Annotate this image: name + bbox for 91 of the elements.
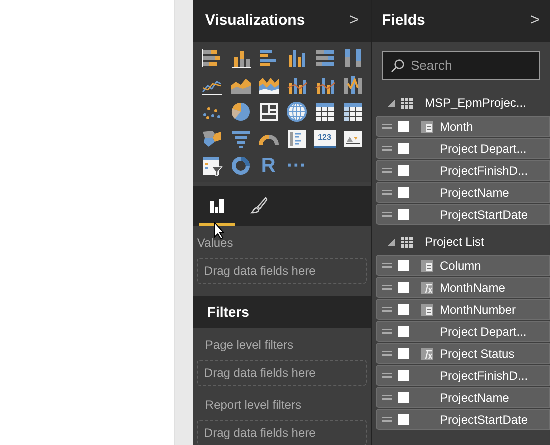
pane-title: Visualizations — [205, 10, 306, 31]
field-name: ProjectFinishD... — [440, 368, 528, 384]
ribbon-chart-icon[interactable] — [342, 74, 364, 96]
drop-zone[interactable]: Drag data fields here — [197, 420, 367, 445]
table-icon — [401, 98, 413, 108]
checkbox[interactable] — [398, 392, 409, 403]
pie-chart-icon[interactable] — [230, 101, 252, 123]
field-row[interactable]: Month — [376, 116, 550, 137]
search-icon — [391, 58, 405, 72]
search-field[interactable]: Search — [382, 51, 540, 80]
matrix-icon[interactable] — [342, 101, 364, 123]
bar-chart-icon — [210, 198, 224, 212]
field-row[interactable]: ProjectName — [376, 387, 550, 408]
checkbox[interactable] — [398, 414, 409, 425]
field-name: ProjectName — [440, 390, 510, 406]
checkbox[interactable] — [398, 282, 409, 293]
checkbox[interactable] — [398, 143, 409, 154]
checkbox[interactable] — [398, 187, 409, 198]
drag-handle-icon — [382, 351, 392, 356]
drag-handle-icon — [382, 329, 392, 334]
field-name: ProjectFinishD... — [440, 162, 528, 180]
pane-title: Fields — [382, 10, 426, 31]
funnel-icon[interactable] — [230, 128, 252, 150]
kpi-icon[interactable] — [342, 128, 364, 150]
field-name: Project Status — [440, 346, 515, 362]
field-row[interactable]: ProjectStartDate — [376, 204, 550, 225]
drag-handle-icon — [382, 395, 392, 400]
checkbox[interactable] — [398, 326, 409, 337]
paintbrush-icon — [250, 196, 268, 214]
field-row[interactable]: ProjectFinishD... — [376, 160, 550, 181]
checkbox[interactable] — [398, 260, 409, 271]
drag-handle-icon — [382, 212, 392, 217]
collapse-button[interactable]: > — [530, 9, 540, 33]
field-name: Month — [440, 118, 474, 136]
field-row[interactable]: Project Status — [376, 343, 550, 364]
multi-row-card-icon[interactable] — [286, 128, 308, 150]
treemap-icon[interactable] — [258, 101, 280, 123]
table-header[interactable]: MSP_EpmProjec... — [372, 90, 550, 116]
slicer-icon[interactable] — [201, 155, 224, 177]
drag-handle-icon — [382, 263, 392, 268]
drag-handle-icon — [382, 124, 392, 129]
drag-handle-icon — [382, 417, 392, 422]
table-header[interactable]: Project List — [372, 229, 550, 255]
drag-handle-icon — [382, 373, 392, 378]
mouse-cursor-icon — [214, 222, 226, 240]
field-row[interactable]: Project Depart... — [376, 321, 550, 342]
donut-chart-icon[interactable] — [230, 155, 252, 177]
field-name: MonthNumber — [440, 302, 516, 318]
table-icon[interactable] — [314, 101, 336, 123]
drop-zone[interactable]: Drag data fields here — [197, 360, 367, 386]
drag-handle-icon — [382, 190, 392, 195]
filled-map-icon[interactable] — [201, 128, 224, 150]
visual-glyph-icon[interactable]: R — [258, 155, 280, 177]
field-row[interactable]: ProjectStartDate — [376, 409, 550, 430]
checkbox[interactable] — [398, 121, 409, 132]
checkbox[interactable] — [398, 370, 409, 381]
filter-label: Report level filters — [204, 397, 302, 414]
field-row[interactable]: MonthName — [376, 277, 550, 298]
drag-handle-icon — [382, 168, 392, 173]
drag-handle-icon — [382, 307, 392, 312]
field-name: ProjectName — [440, 184, 510, 202]
drag-handle-icon — [382, 146, 392, 151]
field-row[interactable]: Column — [376, 255, 550, 276]
table-name: Project List — [425, 234, 484, 251]
well-label: Values — [196, 235, 234, 252]
table-name: MSP_EpmProjec... — [425, 95, 526, 112]
field-row[interactable]: ProjectName — [376, 182, 550, 203]
visual-glyph-icon[interactable]: ··· — [286, 155, 308, 177]
checkbox[interactable] — [398, 304, 409, 315]
field-name: Project Depart... — [440, 324, 527, 340]
checkbox[interactable] — [398, 165, 409, 176]
checkbox[interactable] — [398, 209, 409, 220]
field-name: Column — [440, 258, 482, 274]
field-name: ProjectStartDate — [440, 206, 528, 224]
drag-handle-icon — [382, 285, 392, 290]
pane-title: Filters — [207, 302, 250, 322]
field-row[interactable]: MonthNumber — [376, 299, 550, 320]
filter-label: Page level filters — [204, 337, 294, 354]
field-name: MonthName — [440, 280, 506, 296]
globe-icon[interactable] — [286, 101, 308, 123]
drop-zone[interactable]: Drag data fields here — [197, 258, 367, 284]
checkbox[interactable] — [398, 348, 409, 359]
field-row[interactable]: Project Depart... — [376, 138, 550, 159]
field-name: Project Depart... — [440, 140, 527, 158]
table-icon — [401, 236, 413, 248]
full-bar-chart-icon[interactable] — [314, 47, 336, 69]
field-row[interactable]: ProjectFinishD... — [376, 365, 550, 386]
card-icon[interactable]: 123 — [314, 130, 336, 148]
search-input[interactable]: Search — [411, 54, 531, 78]
collapse-button[interactable]: > — [350, 9, 359, 33]
field-name: ProjectStartDate — [440, 412, 528, 428]
